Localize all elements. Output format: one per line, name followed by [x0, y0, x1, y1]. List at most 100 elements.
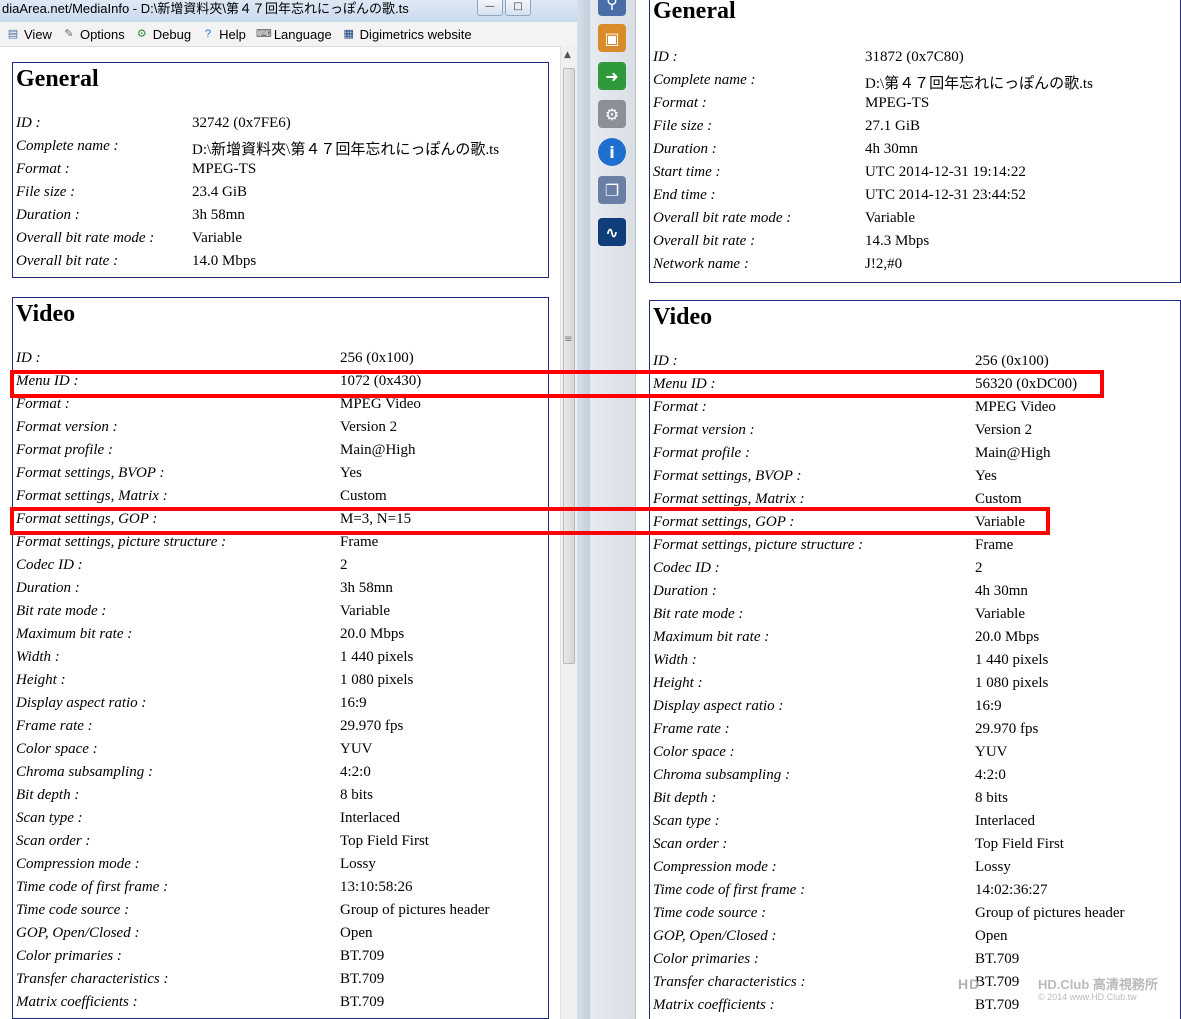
info-value: 29.970 fps	[975, 721, 1039, 737]
search-icon[interactable]: ⚲	[598, 0, 626, 16]
info-row: Bit depth : 8 bits	[653, 790, 1181, 813]
info-label: Matrix coefficients :	[16, 994, 138, 1010]
info-label: Display aspect ratio :	[653, 698, 784, 714]
info-label: Color primaries :	[16, 948, 122, 964]
minimize-button[interactable]: —	[477, 0, 503, 16]
info-value: 16:9	[340, 695, 367, 711]
info-value: BT.709	[340, 971, 385, 987]
info-label: ID :	[653, 49, 678, 65]
info-row: Matrix coefficients : BT.709	[16, 994, 580, 1017]
window-border	[577, 0, 590, 1019]
info-label: Width :	[16, 649, 60, 665]
info-label: Transfer characteristics :	[16, 971, 169, 987]
info-value: 27.1 GiB	[865, 118, 921, 134]
info-label: Complete name :	[653, 72, 756, 88]
info-value: Top Field First	[340, 833, 429, 849]
info-value: Interlaced	[340, 810, 400, 826]
info-label: Format :	[16, 396, 70, 412]
info-row: File size : 23.4 GiB	[16, 184, 432, 207]
waveform-icon[interactable]: ∿	[598, 218, 626, 246]
menu-item-label: Debug	[152, 26, 192, 42]
info-row: Duration : 4h 30mn	[653, 583, 1181, 606]
window-titlebar[interactable]: diaArea.net/MediaInfo - D:\新增資料夾\第４７回年忘れ…	[0, 0, 590, 22]
info-label: Bit rate mode :	[653, 606, 744, 622]
debug-icon: ⚙	[136, 28, 147, 40]
info-icon[interactable]: i	[598, 138, 626, 166]
menu-item-language[interactable]: ⌨ Language	[256, 27, 332, 42]
side-toolbar: ⚲ ▣ ➜ ⚙ i ❐ ∿	[590, 0, 636, 1019]
tools-icon[interactable]: ⚙	[598, 100, 626, 128]
language-icon: ⌨	[255, 28, 272, 40]
info-value: 56320 (0xDC00)	[975, 376, 1078, 392]
info-label: Format settings, BVOP :	[653, 468, 802, 484]
info-value: 4h 30mn	[865, 141, 918, 157]
info-value: YUV	[340, 741, 373, 757]
info-value: 16:9	[975, 698, 1002, 714]
vertical-scrollbar[interactable]: ▲ ≡	[560, 46, 578, 1019]
info-row: Time code of first frame : 13:10:58:26	[16, 879, 580, 902]
menu-item-label: Options	[79, 26, 125, 42]
info-value: Custom	[340, 488, 387, 504]
info-label: Time code of first frame :	[16, 879, 169, 895]
info-value: Group of pictures header	[975, 905, 1125, 921]
info-value: Frame	[340, 534, 379, 550]
info-row: Codec ID : 2	[16, 557, 580, 580]
info-row: End time : UTC 2014-12-31 23:44:52	[653, 187, 1105, 210]
info-value: BT.709	[975, 951, 1020, 967]
package-icon[interactable]: ▣	[598, 24, 626, 52]
info-row: Duration : 3h 58mn	[16, 207, 432, 230]
info-row: ID : 31872 (0x7C80)	[653, 49, 1105, 72]
info-value: 20.0 Mbps	[975, 629, 1040, 645]
info-label: Overall bit rate :	[16, 253, 119, 269]
info-label: Format settings, picture structure :	[653, 537, 864, 553]
menu-item-label: View	[24, 26, 52, 42]
info-label: Duration :	[16, 207, 80, 223]
maximize-button[interactable]: □	[505, 0, 531, 16]
info-label: Scan type :	[653, 813, 720, 829]
info-value: 14.0 Mbps	[192, 253, 257, 269]
window-title: diaArea.net/MediaInfo - D:\新增資料夾\第４７回年忘れ…	[2, 1, 409, 16]
options-icon: ✎	[64, 28, 74, 40]
info-label: Duration :	[653, 583, 717, 599]
info-value: Main@High	[975, 445, 1051, 461]
info-row: Height : 1 080 pixels	[653, 675, 1181, 698]
info-value: 1 080 pixels	[340, 672, 414, 688]
watermark: HD HD.Club 高清視務所 © 2014 www.HD.Club.tw	[958, 972, 1180, 1012]
info-value: Yes	[340, 465, 362, 481]
info-value: MPEG-TS	[192, 161, 257, 177]
info-row: Time code source : Group of pictures head…	[16, 902, 580, 925]
info-value: 14.3 Mbps	[865, 233, 930, 249]
menu-item-digimetrics-website[interactable]: ▦ Digimetrics website	[342, 27, 471, 42]
info-value: Frame	[975, 537, 1014, 553]
scroll-thumb[interactable]	[563, 68, 575, 664]
info-row: ID : 256 (0x100)	[653, 353, 1181, 376]
menu-item-help[interactable]: ? Help	[201, 27, 246, 42]
info-label: Format :	[653, 399, 707, 415]
menu-item-debug[interactable]: ⚙ Debug	[135, 27, 191, 42]
import-info-icon[interactable]: ➜	[598, 62, 626, 90]
info-row: Scan type : Interlaced	[653, 813, 1181, 836]
info-value: 3h 58mn	[192, 207, 245, 223]
info-value: 8 bits	[340, 787, 373, 803]
info-label: File size :	[653, 118, 713, 134]
info-row: Time code source : Group of pictures head…	[653, 905, 1181, 928]
watermark-title: HD.Club 高清視務所	[1038, 977, 1158, 992]
info-label: Compression mode :	[16, 856, 140, 872]
info-row: File size : 27.1 GiB	[653, 118, 1105, 141]
menu-item-view[interactable]: ▤ View	[6, 27, 52, 42]
info-value: Open	[340, 925, 373, 941]
export-icon[interactable]: ❐	[598, 176, 626, 204]
info-label: GOP, Open/Closed :	[16, 925, 140, 941]
menu-item-options[interactable]: ✎ Options	[62, 26, 125, 42]
info-row: Width : 1 440 pixels	[653, 652, 1181, 675]
info-row: Format settings, picture structure : Fram…	[653, 537, 1181, 560]
info-row: Height : 1 080 pixels	[16, 672, 580, 695]
info-value: Variable	[975, 514, 1025, 530]
info-label: Format settings, BVOP :	[16, 465, 165, 481]
info-label: Chroma subsampling :	[16, 764, 153, 780]
info-row: Chroma subsampling : 4:2:0	[16, 764, 580, 787]
info-value: M=3, N=15	[340, 511, 412, 527]
scroll-up-arrow-icon[interactable]: ▲	[564, 50, 571, 60]
info-value: 4:2:0	[975, 767, 1006, 783]
info-row: Maximum bit rate : 20.0 Mbps	[653, 629, 1181, 652]
